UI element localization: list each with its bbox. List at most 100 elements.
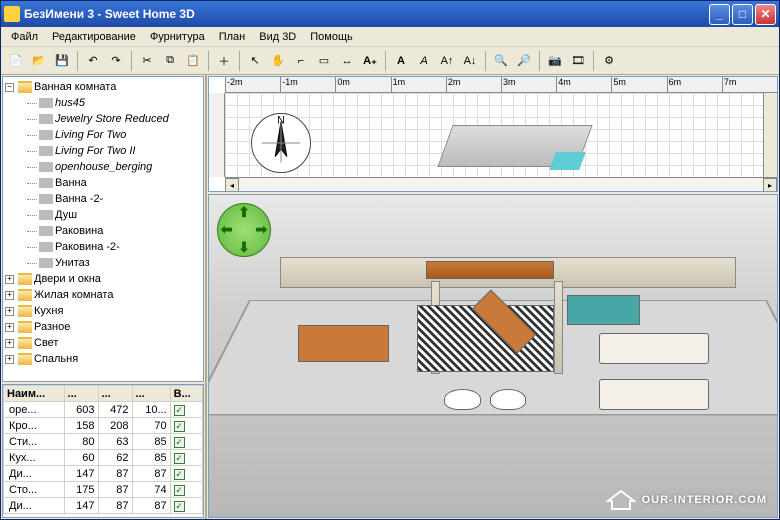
table-row[interactable]: Ди...1478787✓ xyxy=(4,498,203,514)
tree-category[interactable]: +Разное xyxy=(5,319,201,335)
tree-item[interactable]: Jewelry Store Reduced xyxy=(5,111,201,127)
col-w[interactable]: ... xyxy=(64,386,98,402)
tree-item[interactable]: Ванна -2- xyxy=(5,191,201,207)
expand-icon[interactable]: + xyxy=(5,291,14,300)
cut-icon[interactable]: ✂ xyxy=(136,50,158,72)
menu-3d-view[interactable]: Вид 3D xyxy=(253,29,302,45)
catalog-tree[interactable]: − Ванная комната hus45Jewelry Store Redu… xyxy=(2,76,204,382)
room-icon[interactable]: ▭ xyxy=(313,50,335,72)
text-icon[interactable]: A₊ xyxy=(359,50,381,72)
tree-item[interactable]: Душ xyxy=(5,207,201,223)
tree-category[interactable]: +Двери и окна xyxy=(5,271,201,287)
tree-item[interactable]: Living For Two xyxy=(5,127,201,143)
expand-icon[interactable]: + xyxy=(5,339,14,348)
plan-scrollbar-horizontal[interactable]: ◂ ▸ xyxy=(225,177,777,191)
tree-root[interactable]: − Ванная комната xyxy=(5,79,201,95)
undo-icon[interactable]: ↶ xyxy=(82,50,104,72)
zoom-out-icon[interactable]: 🔎 xyxy=(513,50,535,72)
tree-category[interactable]: +Свет xyxy=(5,335,201,351)
create-video-icon[interactable]: 🎞 xyxy=(567,50,589,72)
zoom-in-icon[interactable]: 🔍 xyxy=(490,50,512,72)
expand-icon[interactable]: + xyxy=(5,275,14,284)
new-icon[interactable]: 📄 xyxy=(5,50,27,72)
folder-icon xyxy=(18,305,32,317)
furniture-icon xyxy=(39,210,53,220)
expand-icon[interactable]: + xyxy=(5,307,14,316)
plan-mini-model[interactable] xyxy=(437,125,592,167)
col-d[interactable]: ... xyxy=(98,386,132,402)
nav-left-icon[interactable]: ⬅ xyxy=(221,221,233,238)
table-row[interactable]: ope...60347210...✓ xyxy=(4,402,203,418)
plan-scrollbar-vertical[interactable] xyxy=(763,93,777,177)
rug xyxy=(567,295,640,325)
horizontal-ruler: -2m-1m0m1m2m3m4m5m6m7m xyxy=(225,77,777,93)
compass[interactable]: N xyxy=(251,113,311,173)
create-photo-icon[interactable]: 📷 xyxy=(544,50,566,72)
sink xyxy=(490,389,526,409)
table-row[interactable]: Сто...1758774✓ xyxy=(4,482,203,498)
menu-help[interactable]: Помощь xyxy=(304,29,359,45)
scroll-right-icon[interactable]: ▸ xyxy=(763,178,777,192)
menu-file[interactable]: Файл xyxy=(5,29,44,45)
add-furniture-icon[interactable]: ＋ xyxy=(213,50,235,72)
tree-item[interactable]: Раковина xyxy=(5,223,201,239)
close-button[interactable]: ✕ xyxy=(755,4,776,25)
col-h[interactable]: ... xyxy=(132,386,170,402)
pan-icon[interactable]: ✋ xyxy=(267,50,289,72)
visibility-checkbox[interactable]: ✓ xyxy=(174,437,185,448)
tree-item[interactable]: openhouse_berging xyxy=(5,159,201,175)
visibility-checkbox[interactable]: ✓ xyxy=(174,469,185,480)
table-row[interactable]: Кро...15820870✓ xyxy=(4,418,203,434)
table-row[interactable]: Ди...1478787✓ xyxy=(4,466,203,482)
decrease-icon[interactable]: A↓ xyxy=(459,50,481,72)
table-row[interactable]: Кух...606285✓ xyxy=(4,450,203,466)
tree-category[interactable]: +Спальня xyxy=(5,351,201,367)
visibility-checkbox[interactable]: ✓ xyxy=(174,501,185,512)
view-3d[interactable]: ⬆ ⬅➡ ⬇ xyxy=(208,194,778,518)
maximize-button[interactable]: □ xyxy=(732,4,753,25)
menu-edit[interactable]: Редактирование xyxy=(46,29,142,45)
window-title: БезИмени 3 - Sweet Home 3D xyxy=(24,7,709,21)
visibility-checkbox[interactable]: ✓ xyxy=(174,405,185,416)
tree-item[interactable]: Раковина -2- xyxy=(5,239,201,255)
tree-item[interactable]: Унитаз xyxy=(5,255,201,271)
visibility-checkbox[interactable]: ✓ xyxy=(174,421,185,432)
plan-canvas[interactable]: N xyxy=(225,93,763,177)
increase-icon[interactable]: A↑ xyxy=(436,50,458,72)
house-icon xyxy=(606,489,636,511)
redo-icon[interactable]: ↷ xyxy=(105,50,127,72)
plan-view[interactable]: -2m-1m0m1m2m3m4m5m6m7m N ◂ ▸ xyxy=(208,76,778,192)
scroll-track[interactable] xyxy=(239,178,763,191)
tree-category[interactable]: +Кухня xyxy=(5,303,201,319)
visibility-checkbox[interactable]: ✓ xyxy=(174,485,185,496)
tree-item[interactable]: Living For Two II xyxy=(5,143,201,159)
tree-category[interactable]: +Жилая комната xyxy=(5,287,201,303)
minimize-button[interactable]: _ xyxy=(709,4,730,25)
paste-icon[interactable]: 📋 xyxy=(182,50,204,72)
copy-icon[interactable]: ⧉ xyxy=(159,50,181,72)
tree-item[interactable]: Ванна xyxy=(5,175,201,191)
visibility-checkbox[interactable]: ✓ xyxy=(174,453,185,464)
open-icon[interactable]: 📂 xyxy=(28,50,50,72)
col-vis[interactable]: В... xyxy=(170,386,202,402)
save-icon[interactable]: 💾 xyxy=(51,50,73,72)
expand-icon[interactable]: + xyxy=(5,355,14,364)
folder-icon xyxy=(18,337,32,349)
furniture-table[interactable]: Наим... ... ... ... В... ope...60347210.… xyxy=(2,384,204,518)
dimension-icon[interactable]: ↔ xyxy=(336,50,358,72)
wall-icon[interactable]: ⌐ xyxy=(290,50,312,72)
menu-furniture[interactable]: Фурнитура xyxy=(144,29,211,45)
sofa xyxy=(599,333,708,363)
expand-icon[interactable]: + xyxy=(5,323,14,332)
menu-plan[interactable]: План xyxy=(213,29,252,45)
style-bold-icon[interactable]: A xyxy=(390,50,412,72)
preferences-icon[interactable]: ⚙ xyxy=(598,50,620,72)
select-icon[interactable]: ↖ xyxy=(244,50,266,72)
style-italic-icon[interactable]: A xyxy=(413,50,435,72)
table-row[interactable]: Сти...806385✓ xyxy=(4,434,203,450)
tree-item[interactable]: hus45 xyxy=(5,95,201,111)
scroll-left-icon[interactable]: ◂ xyxy=(225,178,239,192)
furniture-icon xyxy=(39,242,53,252)
collapse-icon[interactable]: − xyxy=(5,83,14,92)
col-name[interactable]: Наим... xyxy=(4,386,65,402)
